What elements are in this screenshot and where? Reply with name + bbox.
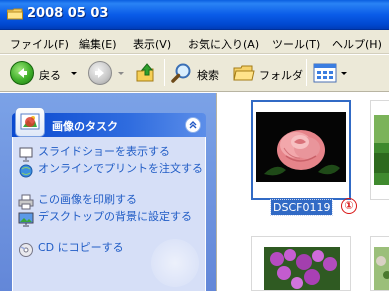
menu-view[interactable]: 表示(V)	[133, 36, 171, 52]
folders-button[interactable]: フォルダ	[232, 60, 303, 87]
menu-edit[interactable]: 編集(E)	[79, 36, 117, 52]
task-slideshow[interactable]: スライドショーを表示する	[13, 145, 205, 162]
menu-bar: ファイル(F) 編集(E) 表示(V) お気に入り(A) ツール(T) ヘルプ(…	[0, 30, 389, 54]
task-print[interactable]: この画像を印刷する	[13, 193, 205, 210]
file-name-label[interactable]: DSCF0119	[269, 199, 334, 216]
menu-favorites[interactable]: お気に入り(A)	[188, 36, 259, 52]
search-button[interactable]: 検索	[170, 60, 226, 87]
callout-marker: ①	[341, 198, 357, 214]
thumbnail-flowers[interactable]	[251, 236, 351, 291]
picture-tasks-list: スライドショーを表示する オンラインでプリントを注文する この画像を印刷する デ…	[12, 137, 206, 291]
menu-help[interactable]: ヘルプ(H)	[332, 36, 382, 52]
picture-tasks-icon	[15, 107, 45, 137]
folders-icon	[233, 65, 255, 81]
back-button[interactable]: 戻る	[10, 60, 82, 87]
task-pane: 画像のタスク スライドショーを表示する オンラインでプリントを注文する この画像…	[0, 93, 216, 291]
folders-label: フォルダ	[259, 69, 303, 82]
toolbar-separator	[306, 59, 307, 86]
online-print-icon	[19, 164, 33, 178]
picture-watermark-icon	[151, 239, 199, 287]
picture-tasks-panel: 画像のタスク スライドショーを表示する オンラインでプリントを注文する この画像…	[12, 107, 206, 291]
file-list: DSCF0119 ①	[216, 93, 389, 291]
task-online-print-label: オンラインでプリントを注文する	[38, 162, 203, 175]
search-label: 検索	[197, 69, 219, 82]
task-desktop-background-label: デスクトップの背景に設定する	[38, 210, 192, 223]
picture-tasks-title: 画像のタスク	[52, 120, 118, 133]
rose-photo-image	[256, 112, 346, 182]
printer-icon	[18, 194, 34, 210]
menu-file[interactable]: ファイル(F)	[10, 36, 69, 52]
title-bar[interactable]: 2008 05 03	[0, 0, 389, 30]
up-folder-button[interactable]	[134, 60, 160, 87]
views-dropdown-icon[interactable]	[341, 72, 347, 75]
slideshow-icon	[19, 147, 33, 162]
forward-button[interactable]	[88, 60, 128, 87]
forward-dropdown-icon[interactable]	[118, 72, 124, 75]
task-slideshow-label: スライドショーを表示する	[38, 145, 170, 158]
views-button[interactable]	[313, 60, 349, 87]
views-icon	[313, 63, 337, 83]
collapse-chevron-icon[interactable]	[185, 117, 201, 133]
forward-arrow-icon	[88, 61, 112, 85]
thumbnail-partial-right[interactable]	[370, 100, 389, 200]
window-title: 2008 05 03	[27, 6, 109, 21]
toolbar-separator	[164, 59, 165, 86]
task-print-label: この画像を印刷する	[38, 193, 137, 206]
task-desktop-background[interactable]: デスクトップの背景に設定する	[13, 210, 205, 238]
thumbnail-dscf0119[interactable]	[251, 100, 351, 200]
cd-icon	[19, 243, 33, 257]
task-online-print[interactable]: オンラインでプリントを注文する	[13, 162, 205, 190]
magnifier-icon	[171, 63, 191, 83]
thumbnail-partial-bottom-right[interactable]	[370, 236, 389, 291]
menu-tools[interactable]: ツール(T)	[272, 36, 320, 52]
up-folder-icon	[136, 63, 154, 82]
back-dropdown-icon[interactable]	[71, 72, 77, 75]
back-label: 戻る	[39, 69, 61, 82]
desktop-background-icon	[18, 212, 34, 227]
toolbar: 戻る 検索 フォルダ	[0, 55, 389, 92]
back-arrow-icon	[10, 61, 34, 85]
folder-icon	[7, 8, 23, 20]
